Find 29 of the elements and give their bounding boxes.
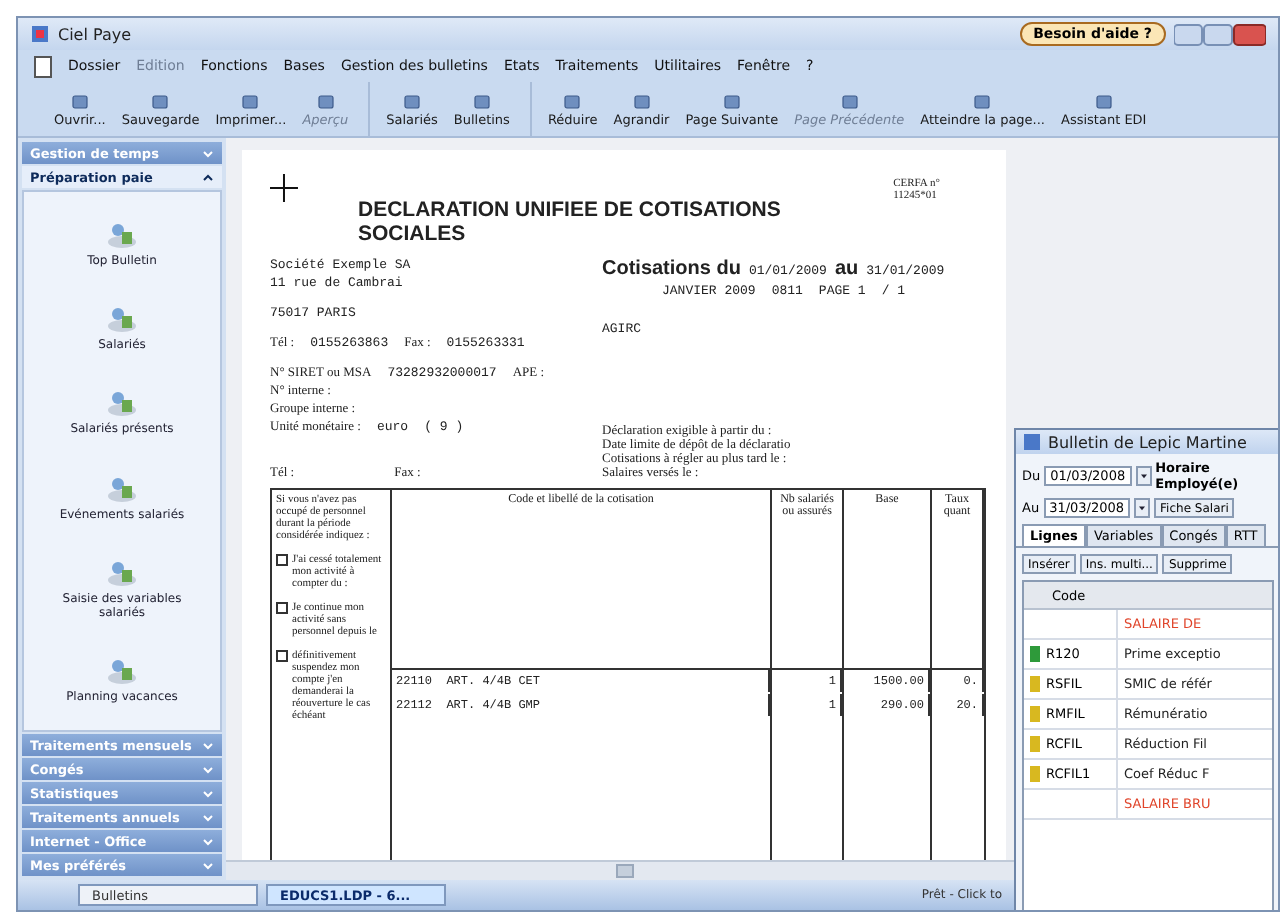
window-controls-icon[interactable] (1174, 23, 1266, 45)
toolbar-icon (1093, 91, 1114, 111)
toolbar-icon (839, 91, 860, 111)
document-title: DECLARATION UNIFIEE DE COTISATIONS SOCIALES (357, 198, 783, 246)
period-label: au (834, 258, 859, 280)
dropdown-caret-icon[interactable] (1135, 466, 1152, 486)
toolbar-icon (150, 91, 171, 111)
toolbar-icon (972, 91, 993, 111)
checkbox[interactable] (276, 602, 288, 614)
toolbar-icon (562, 91, 583, 111)
crosshair-icon (270, 174, 298, 202)
checkbox[interactable] (276, 650, 288, 662)
dropdown-caret-icon[interactable] (1134, 498, 1151, 518)
app-icon (1022, 432, 1042, 452)
toolbar-icon (240, 91, 261, 111)
toolbar-icon (471, 91, 492, 111)
toolbar-icon (69, 91, 90, 111)
people-icon (104, 654, 140, 687)
period-label: Cotisations du (602, 258, 741, 280)
toolbar-icon (402, 91, 422, 111)
document-icon[interactable] (34, 55, 52, 77)
app-icon (30, 24, 50, 44)
people-icon (104, 386, 140, 419)
window-title: Bulletin de Lepic Martine (1048, 433, 1247, 451)
toolbar-icon (631, 91, 652, 111)
toolbar-icon (721, 91, 742, 111)
window-title: Ciel Paye (58, 25, 132, 43)
toolbar-icon (315, 91, 336, 111)
checkbox[interactable] (276, 554, 288, 566)
